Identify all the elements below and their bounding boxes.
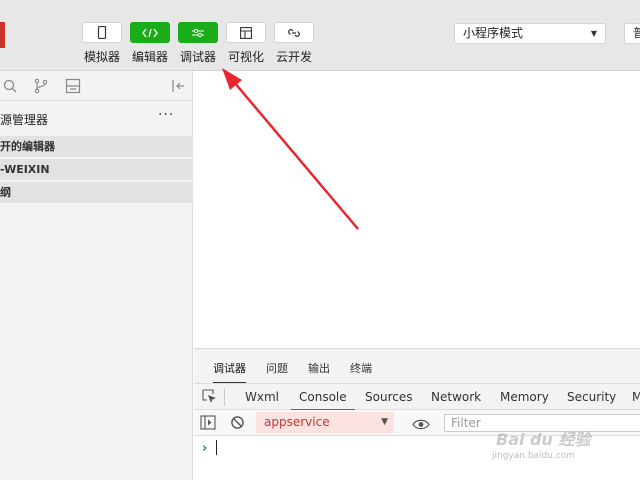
visual-tool[interactable]: 可视化 (226, 22, 266, 65)
top-toolbar: 模拟器 编辑器 调试器 可视化 云开发 小程序模式 ▼ 普 (0, 0, 640, 71)
devtools-tabs: Wxml Console Sources Network Memory Secu… (194, 383, 640, 411)
inspect-icon[interactable] (202, 389, 217, 408)
tab-debugger[interactable]: 调试器 (213, 360, 246, 384)
sidebar-toggle-icon[interactable] (200, 415, 216, 434)
cloud-link-icon[interactable] (274, 22, 314, 43)
tab-wxml[interactable]: Wxml (245, 390, 279, 404)
search-icon[interactable] (2, 78, 18, 94)
tab-problems[interactable]: 问题 (266, 360, 288, 376)
context-select-value: appservice (264, 415, 330, 429)
source-control-icon[interactable] (33, 78, 49, 94)
cloud-label: 云开发 (275, 50, 312, 64)
console-input-cursor[interactable] (216, 440, 217, 455)
tab-security[interactable]: Security (567, 390, 616, 404)
tab-memory[interactable]: Memory (500, 390, 549, 404)
compile-mode-button[interactable]: 普 (624, 23, 640, 44)
tab-more[interactable]: M (632, 390, 640, 404)
explorer-iconbar (0, 71, 192, 101)
watermark-url: jingyan.baidu.com (492, 451, 576, 461)
tab-console[interactable]: Console (291, 390, 355, 411)
eye-icon[interactable] (412, 416, 430, 435)
filter-placeholder: Filter (451, 416, 481, 430)
phone-icon[interactable] (82, 22, 122, 43)
mode-select-value: 小程序模式 (463, 26, 524, 40)
debugger-tool[interactable]: 调试器 (178, 22, 218, 65)
tab-network[interactable]: Network (431, 390, 481, 404)
collapse-panel-icon[interactable] (170, 78, 186, 94)
tab-sources[interactable]: Sources (365, 390, 412, 404)
code-icon[interactable] (130, 22, 170, 43)
clear-console-icon[interactable] (230, 415, 245, 434)
debugger-top-tabs: 调试器 问题 输出 终端 (194, 349, 640, 384)
extensions-icon[interactable] (65, 78, 81, 94)
sliders-icon[interactable] (178, 22, 218, 43)
caret-down-icon: ▼ (590, 29, 597, 38)
app-logo (0, 22, 5, 48)
layout-icon[interactable] (226, 22, 266, 43)
tab-output[interactable]: 输出 (308, 360, 330, 376)
explorer-panel: 源管理器 ··· 开的编辑器 -WEIXIN 纲 (0, 71, 193, 480)
simulator-tool[interactable]: 模拟器 (82, 22, 122, 65)
section-project[interactable]: -WEIXIN (0, 159, 193, 181)
explorer-title: 源管理器 (0, 113, 49, 127)
editor-area[interactable] (194, 71, 640, 348)
more-icon[interactable]: ··· (158, 107, 174, 123)
watermark-logo: Bai du 经验 (496, 430, 591, 449)
editor-tool[interactable]: 编辑器 (130, 22, 170, 65)
console-prompt-icon: › (202, 441, 208, 456)
tab-terminal[interactable]: 终端 (350, 360, 372, 376)
section-outline[interactable]: 纲 (0, 182, 193, 204)
caret-down-icon: ▼ (381, 417, 388, 427)
mode-select[interactable]: 小程序模式 ▼ (454, 23, 606, 44)
cloud-tool[interactable]: 云开发 (274, 22, 314, 65)
section-open-editors[interactable]: 开的编辑器 (0, 136, 193, 158)
compile-mode-label: 普 (633, 26, 640, 40)
context-select[interactable]: appservice ▼ (256, 412, 394, 433)
toolbar-divider (224, 388, 225, 406)
